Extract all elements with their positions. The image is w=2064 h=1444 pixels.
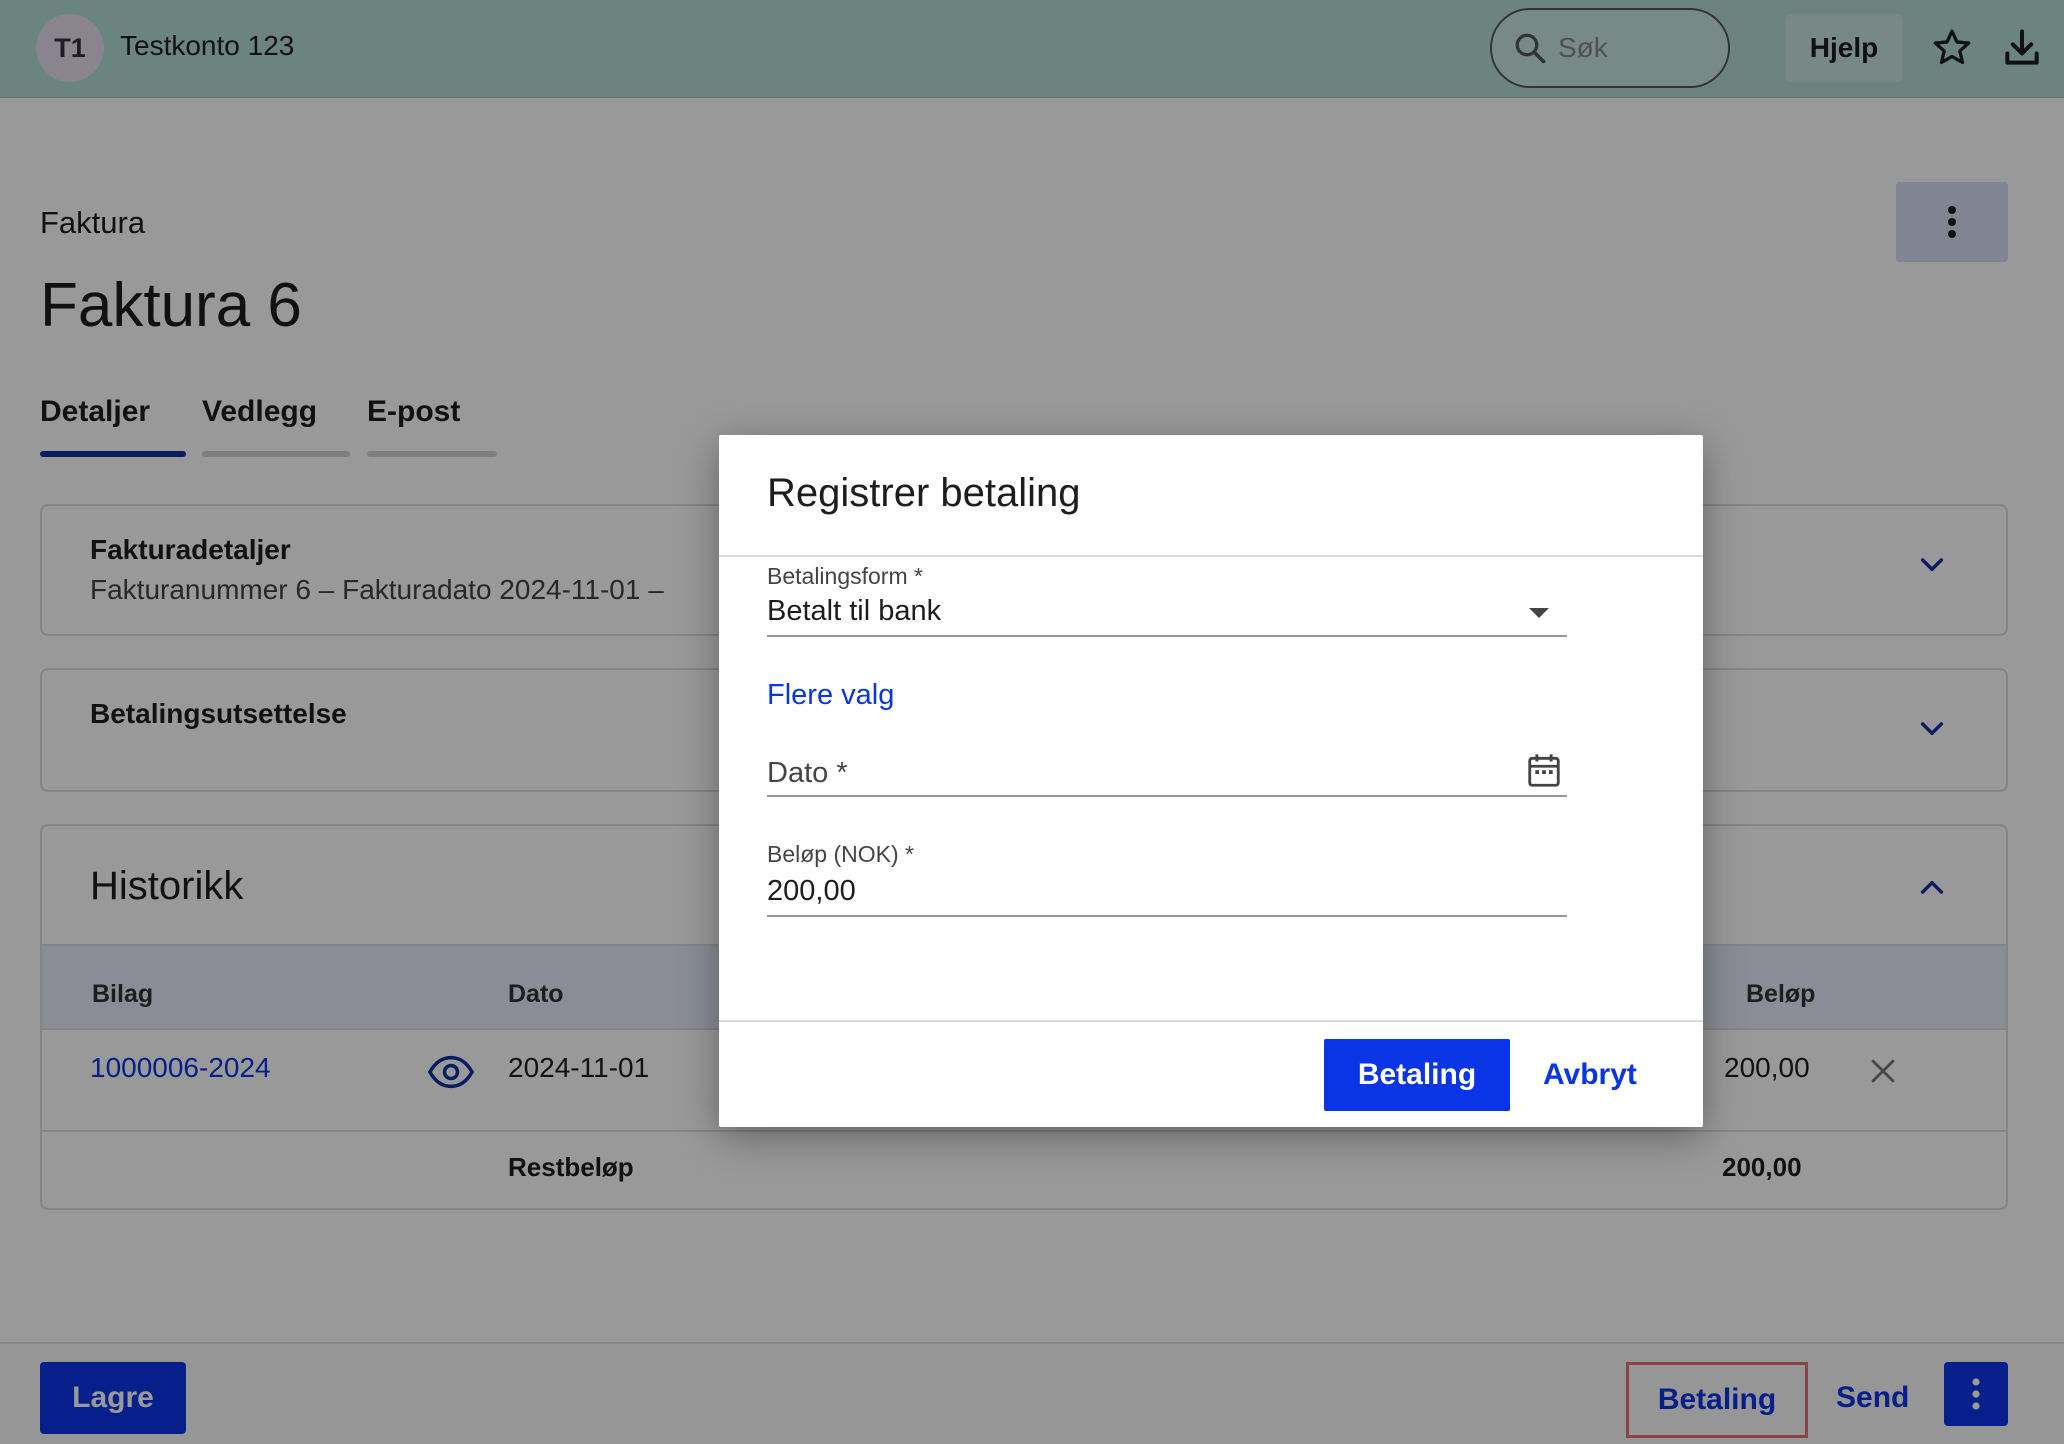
field-underline [767, 635, 1567, 637]
calendar-icon[interactable] [1525, 751, 1563, 791]
field-underline [767, 915, 1567, 917]
amount-value: 200,00 [767, 875, 856, 907]
payment-method-label: Betalingsform * [767, 563, 923, 589]
field-underline [767, 795, 1567, 797]
dialog-divider [719, 555, 1703, 557]
register-payment-dialog: Registrer betaling Betalingsform * Betal… [719, 435, 1703, 1127]
more-options-link[interactable]: Flere valg [767, 679, 894, 712]
amount-label: Beløp (NOK) * [767, 841, 914, 867]
submit-payment-button[interactable]: Betaling [1324, 1039, 1510, 1111]
dialog-footer-divider [719, 1020, 1703, 1022]
dropdown-arrow-icon[interactable] [1527, 605, 1551, 621]
payment-method-value: Betalt til bank [767, 595, 942, 627]
cancel-button[interactable]: Avbryt [1543, 1039, 1637, 1111]
date-label: Dato * [767, 757, 848, 789]
dialog-title: Registrer betaling [767, 471, 1081, 515]
